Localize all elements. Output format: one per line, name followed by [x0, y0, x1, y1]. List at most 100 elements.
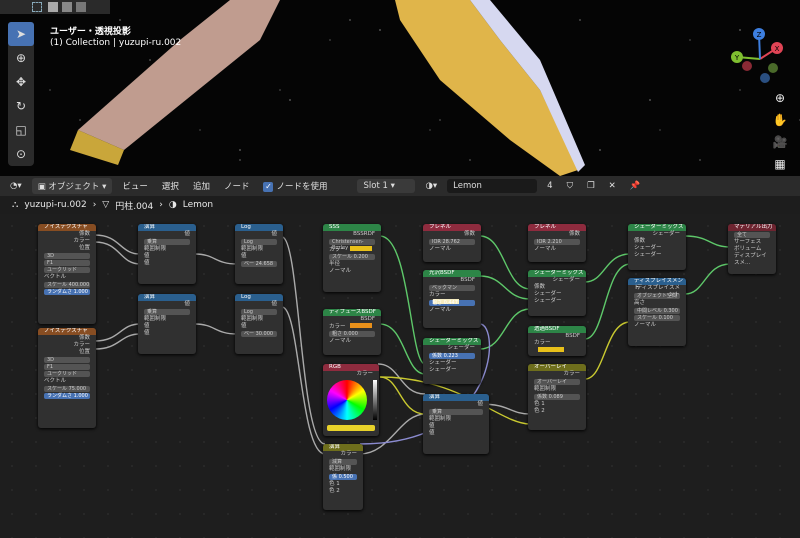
color-swatch[interactable]: [349, 323, 372, 328]
dropdown[interactable]: 減算: [329, 459, 357, 465]
node-fresnel-1[interactable]: フレネル 係数 IOR 28.762 ノーマル: [423, 224, 481, 262]
checkbox-label[interactable]: 範囲制限: [235, 246, 283, 253]
color-wheel[interactable]: [327, 380, 367, 420]
breadcrumb-material[interactable]: Lemon: [183, 200, 213, 210]
node-shader-mix-2[interactable]: シェーダーミックス シェーダー 係数 シェーダー シェーダー: [528, 270, 586, 316]
color-swatch[interactable]: [538, 347, 564, 352]
node-log-2[interactable]: Log 値 Log 範囲制限 値 ベー 30.000: [235, 294, 283, 354]
value-field[interactable]: スケール 0.100: [634, 315, 680, 321]
node-diffuse-bsdf[interactable]: ディフューズBSDF BSDF カラー 粗さ 0.000 ノーマル: [323, 309, 381, 355]
breadcrumb-object[interactable]: yuzupi-ru.002: [24, 200, 86, 210]
fake-user-shield-icon[interactable]: ⛉: [563, 179, 577, 193]
color-swatch[interactable]: [349, 246, 372, 251]
value-field[interactable]: IOR 2.210: [534, 239, 580, 245]
dropdown[interactable]: Log: [241, 239, 277, 245]
color-row[interactable]: カラー: [423, 292, 481, 304]
menu-select[interactable]: 選択: [158, 178, 183, 194]
value-field[interactable]: ランダムさ 1.000: [44, 289, 90, 295]
checkbox-label[interactable]: 範囲制限: [323, 466, 363, 473]
editor-type-icon[interactable]: ◔▾: [6, 179, 26, 193]
node-math-3[interactable]: 演算 値 乗算 範囲制限 値 値: [423, 394, 489, 454]
node-noise-texture-1[interactable]: ノイズテクスチャ 係数 カラー 位置 3D F1 ユークリッド ベクトル スケー…: [38, 224, 96, 324]
cursor-icon[interactable]: ⊕: [8, 46, 34, 70]
dropdown[interactable]: ベックマン: [429, 285, 475, 291]
value-field[interactable]: ランダムさ 1.000: [44, 393, 90, 399]
user-count[interactable]: 4: [543, 179, 556, 193]
3d-viewport[interactable]: ユーザー・透視投影 (1) Collection | yuzupi-ru.002…: [0, 0, 800, 176]
node-noise-texture-2[interactable]: ノイズテクスチャ 係数 カラー 位置 3D F1 ユークリッド ベクトル スケー…: [38, 328, 96, 428]
select-box-icon[interactable]: [32, 2, 42, 12]
material-browse-icon[interactable]: ◑▾: [421, 179, 441, 193]
node-displacement[interactable]: ディスプレイスメント ディスプレイスメント オブジェクト空間 高さ 中間レベル …: [628, 278, 686, 346]
dropdown[interactable]: 乗算: [144, 309, 190, 315]
node-log-1[interactable]: Log 値 Log 範囲制限 値 ベー 24.658: [235, 224, 283, 284]
node-math-subtract[interactable]: 演算 カラー 減算 範囲制限 係 0.500 色 1 色 2: [323, 444, 363, 510]
zoom-icon[interactable]: ⊕: [770, 88, 790, 108]
scale-icon[interactable]: ◱: [8, 118, 34, 142]
select-cursor-icon[interactable]: ➤: [8, 22, 34, 46]
value-field[interactable]: 係数 0.089: [534, 394, 580, 400]
close-icon[interactable]: ✕: [605, 179, 620, 193]
value-field[interactable]: 中間レベル 0.300: [634, 308, 680, 314]
node-overlay[interactable]: オーバーレイ カラー オーバーレイ 範囲制限 係数 0.089 色 1 色 2: [528, 364, 586, 430]
rotate-icon[interactable]: ↻: [8, 94, 34, 118]
slot-dropdown[interactable]: Slot 1 ▾: [357, 179, 416, 193]
viewport-header[interactable]: [0, 0, 110, 14]
grid-icon[interactable]: ▦: [770, 154, 790, 174]
duplicate-icon[interactable]: ❐: [583, 179, 599, 193]
menu-node[interactable]: ノード: [220, 178, 254, 194]
node-shader-mix-3[interactable]: シェーダーミックス シェーダー 係数 シェーダー シェーダー: [628, 224, 686, 270]
dropdown[interactable]: Log: [241, 309, 277, 315]
camera-icon[interactable]: 🎥: [770, 132, 790, 152]
node-fresnel-2[interactable]: フレネル 係数 IOR 2.210 ノーマル: [528, 224, 586, 262]
node-material-output[interactable]: マテリアル出力 全て サーフェス ボリューム ディスプレイスメ...: [728, 224, 776, 274]
node-math-1[interactable]: 演算 値 乗算 範囲制限 値 値: [138, 224, 196, 284]
node-glossy-bsdf[interactable]: 光沢BSDF BSDF ベックマン カラー 粗さ 0.447 ノーマル: [423, 270, 481, 328]
value-slider[interactable]: [372, 380, 377, 420]
value-field[interactable]: ベー 24.658: [241, 261, 277, 267]
menu-add[interactable]: 追加: [189, 178, 214, 194]
color-row[interactable]: カラー: [323, 246, 381, 253]
node-shader-mix-1[interactable]: シェーダーミックス シェーダー 係数 0.223 シェーダー シェーダー: [423, 338, 481, 384]
use-nodes-toggle[interactable]: ✓ ノードを使用: [259, 178, 331, 194]
breadcrumb-mesh[interactable]: 円柱.004: [115, 199, 153, 212]
value-field[interactable]: 係 0.500: [329, 474, 357, 480]
node-math-2[interactable]: 演算 値 乗算 範囲制限 値 値: [138, 294, 196, 354]
material-name-field[interactable]: Lemon: [447, 179, 538, 193]
dropdown[interactable]: 乗算: [144, 239, 190, 245]
value-field[interactable]: スケール 400.000: [44, 282, 90, 288]
dropdown[interactable]: 3D: [44, 357, 90, 363]
select-mode-icon-3[interactable]: [76, 2, 86, 12]
color-row[interactable]: カラー: [323, 323, 381, 330]
node-editor-canvas[interactable]: ノイズテクスチャ 係数 カラー 位置 3D F1 ユークリッド ベクトル スケー…: [0, 214, 800, 538]
value-field[interactable]: 粗さ 0.000: [329, 331, 375, 337]
checkbox-label[interactable]: 範囲制限: [138, 316, 196, 323]
pan-hand-icon[interactable]: ✋: [770, 110, 790, 130]
dropdown[interactable]: ユークリッド: [44, 267, 90, 273]
dropdown[interactable]: オーバーレイ: [534, 379, 580, 385]
select-mode-icon[interactable]: [48, 2, 58, 12]
navigation-gizmo[interactable]: X Y Z: [725, 24, 795, 94]
dropdown[interactable]: 乗算: [429, 409, 483, 415]
value-field[interactable]: ベー 30.000: [241, 331, 277, 337]
transform-icon[interactable]: ⊙: [8, 142, 34, 166]
checkbox-label[interactable]: 範囲制限: [528, 386, 586, 393]
node-rgb[interactable]: RGB カラー: [323, 364, 379, 436]
node-transparent-bsdf[interactable]: 透過BSDF BSDF カラー: [528, 326, 586, 356]
pin-icon[interactable]: 📌: [626, 179, 645, 193]
dropdown[interactable]: F1: [44, 364, 90, 370]
checkbox-label[interactable]: 範囲制限: [235, 316, 283, 323]
menu-view[interactable]: ビュー: [118, 178, 152, 194]
object-mode-dropdown[interactable]: ▣ オブジェクト ▾: [31, 178, 113, 194]
dropdown[interactable]: オブジェクト空間: [634, 293, 680, 299]
rgb-swatch[interactable]: [327, 425, 375, 431]
dropdown[interactable]: Christensen-Burley: [329, 239, 375, 251]
dropdown[interactable]: F1: [44, 260, 90, 266]
dropdown[interactable]: 3D: [44, 253, 90, 259]
value-field[interactable]: 粗さ 0.447: [429, 300, 475, 306]
node-sss[interactable]: SSS BSSRDF Christensen-Burley カラー スケール 0…: [323, 224, 381, 292]
dropdown[interactable]: ユークリッド: [44, 371, 90, 377]
color-row[interactable]: カラー: [528, 340, 586, 352]
value-field[interactable]: IOR 28.762: [429, 239, 475, 245]
checkbox-label[interactable]: 範囲制限: [138, 246, 196, 253]
